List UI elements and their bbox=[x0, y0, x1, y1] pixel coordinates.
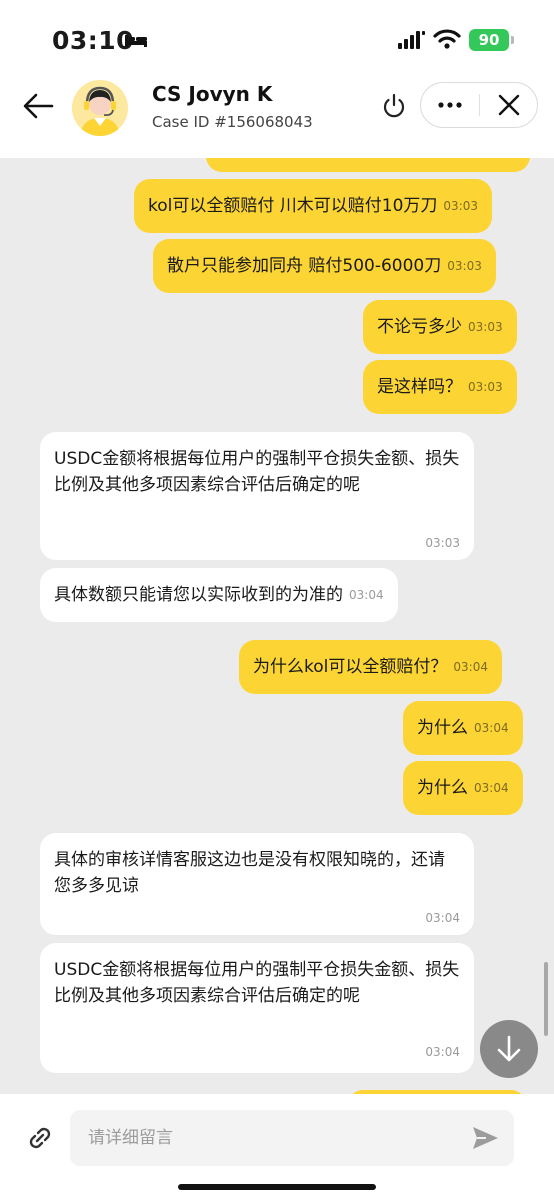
message-text: 是这样吗？ bbox=[377, 377, 462, 397]
message-outgoing: 为什么kol可以全额赔付？ 03:04 bbox=[239, 640, 502, 694]
battery-indicator: 90 bbox=[469, 29, 509, 51]
agent-name: CS Jovyn K bbox=[152, 82, 273, 106]
message-time: 03:03 bbox=[468, 380, 503, 394]
status-time: 03:10 bbox=[52, 26, 135, 55]
message-text: 具体数额只能请您以实际收到的为准的 bbox=[54, 585, 343, 605]
message-text: USDC金额将根据每位用户的强制平仓损失金额、损失比例及其他多项因素综合评估后确… bbox=[54, 960, 460, 1006]
message-text: 为什么 bbox=[417, 718, 468, 738]
message-time: 03:04 bbox=[453, 660, 488, 674]
message-outgoing: kol可以全额赔付 川木可以赔付10万刀 03:03 bbox=[134, 179, 492, 233]
status-bar: 03:10 90 bbox=[0, 0, 554, 72]
message-text: USDC金额将根据每位用户的强制平仓损失金额、损失比例及其他多项因素综合评估后确… bbox=[54, 449, 460, 495]
message-outgoing: 散户只能参加同舟 赔付500-6000刀 03:03 bbox=[153, 239, 496, 293]
message-text: 为什么kol可以全额赔付？ bbox=[253, 657, 448, 677]
home-indicator bbox=[178, 1184, 376, 1190]
chat-header: CS Jovyn K Case ID #156068043 bbox=[0, 72, 554, 158]
message-time: 03:03 bbox=[468, 320, 503, 334]
message-time: 03:03 bbox=[447, 259, 482, 273]
message-text: 为什么 bbox=[417, 778, 468, 798]
message-outgoing bbox=[206, 158, 530, 172]
power-icon[interactable] bbox=[380, 92, 408, 120]
arrow-down-icon bbox=[497, 1035, 521, 1062]
header-actions-pill bbox=[420, 82, 538, 128]
cellular-signal-icon bbox=[398, 31, 425, 49]
pill-divider bbox=[479, 94, 480, 116]
chat-scrollbar[interactable] bbox=[544, 962, 548, 1036]
agent-avatar bbox=[72, 80, 128, 136]
more-options-icon[interactable] bbox=[421, 83, 479, 127]
message-time: 03:03 bbox=[425, 536, 460, 550]
attachment-link-icon[interactable] bbox=[24, 1122, 56, 1154]
send-icon[interactable] bbox=[470, 1124, 500, 1152]
message-time: 03:04 bbox=[474, 721, 509, 735]
message-text: 散户只能参加同舟 赔付500-6000刀 bbox=[167, 256, 442, 276]
message-incoming: USDC金额将根据每位用户的强制平仓损失金额、损失比例及其他多项因素综合评估后确… bbox=[40, 943, 474, 1073]
scroll-to-bottom-button[interactable] bbox=[480, 1020, 538, 1078]
message-incoming: 具体的审核详情客服这边也是没有权限知晓的，还请您多多见谅 03:04 bbox=[40, 833, 474, 935]
message-text: 具体的审核详情客服这边也是没有权限知晓的，还请您多多见谅 bbox=[54, 850, 445, 896]
support-agent-icon bbox=[72, 80, 128, 136]
close-icon[interactable] bbox=[481, 83, 537, 127]
message-time: 03:03 bbox=[443, 199, 478, 213]
message-text: kol可以全额赔付 川木可以赔付10万刀 bbox=[148, 196, 438, 216]
chat-messages[interactable]: kol可以全额赔付 川木可以赔付10万刀 03:03 散户只能参加同舟 赔付50… bbox=[0, 158, 554, 1094]
message-incoming: USDC金额将根据每位用户的强制平仓损失金额、损失比例及其他多项因素综合评估后确… bbox=[40, 432, 474, 560]
message-outgoing: 为什么 03:04 bbox=[403, 761, 523, 815]
case-id: Case ID #156068043 bbox=[152, 113, 313, 131]
message-time: 03:04 bbox=[349, 588, 384, 602]
back-arrow-icon[interactable] bbox=[18, 88, 58, 124]
sleep-focus-icon bbox=[125, 35, 147, 47]
message-outgoing: 不论亏多少 03:03 bbox=[363, 300, 517, 354]
message-time: 03:04 bbox=[474, 781, 509, 795]
message-time: 03:04 bbox=[425, 911, 460, 925]
battery-tip bbox=[511, 36, 514, 44]
message-text: 不论亏多少 bbox=[377, 317, 462, 337]
message-composer bbox=[0, 1094, 554, 1200]
message-outgoing: 为什么 03:04 bbox=[403, 701, 523, 755]
wifi-icon bbox=[433, 29, 461, 49]
message-incoming: 具体数额只能请您以实际收到的为准的 03:04 bbox=[40, 568, 398, 622]
message-input[interactable] bbox=[70, 1110, 514, 1166]
message-outgoing: 是这样吗？ 03:03 bbox=[363, 360, 517, 414]
message-time: 03:04 bbox=[425, 1045, 460, 1059]
